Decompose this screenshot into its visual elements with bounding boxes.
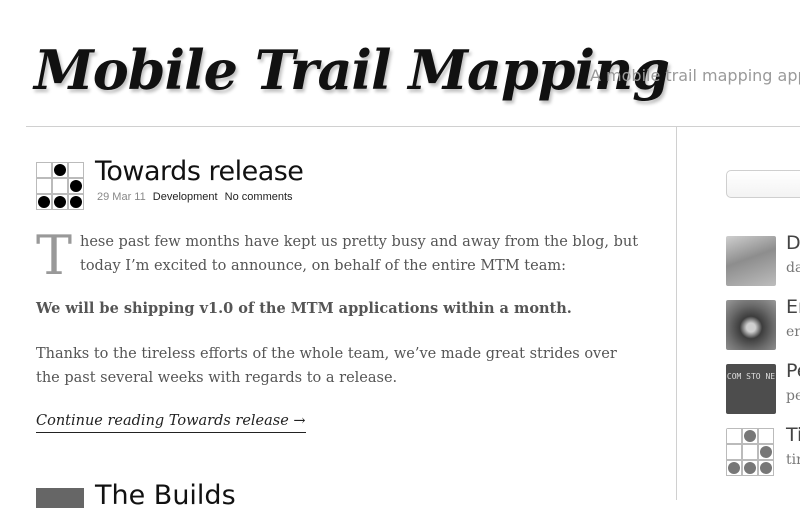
author-name[interactable]: Pe — [786, 360, 800, 382]
author-avatar-icon — [726, 428, 776, 478]
author-handle: er — [786, 324, 800, 340]
site-tagline: A mobile trail mapping applica — [590, 66, 800, 85]
author-name[interactable]: Er — [786, 296, 800, 318]
site-title[interactable]: Mobile Trail Mapping — [34, 20, 670, 120]
sidebar-author-4[interactable]: Ti tir — [726, 424, 800, 478]
post-comments-link[interactable]: No comments — [225, 191, 293, 203]
post-category-link[interactable]: Development — [153, 191, 218, 203]
post-title-link[interactable]: Towards release — [95, 154, 304, 190]
sidebar-author-3[interactable]: COM STO NE Pe pe — [726, 360, 800, 414]
author-name[interactable]: Ti — [786, 424, 800, 446]
author-handle: pe — [786, 388, 800, 404]
author-handle: tir — [786, 452, 800, 468]
column-divider — [676, 127, 677, 500]
post-date: 29 Mar 11 — [97, 191, 146, 203]
post-meta: 29 Mar 11 Development No comments — [97, 191, 293, 203]
author-avatar — [726, 236, 776, 286]
post2-avatar-icon — [36, 488, 84, 508]
post-paragraph-3: Thanks to the tireless efforts of the wh… — [36, 346, 617, 386]
author-avatar — [726, 300, 776, 350]
sidebar-author-1[interactable]: Da da — [726, 232, 800, 286]
post-author-avatar-icon — [36, 162, 84, 210]
drop-cap: T — [36, 224, 73, 287]
continue-reading-link[interactable]: Continue reading Towards release → — [36, 410, 306, 433]
sidebar-author-2[interactable]: Er er — [726, 296, 800, 350]
post2-title-link[interactable]: The Builds — [95, 478, 236, 514]
post-paragraph-1-line-2: today I’m excited to announce, on behalf… — [80, 258, 566, 274]
header-divider — [26, 126, 800, 127]
search-input[interactable] — [726, 170, 800, 198]
author-name[interactable]: Da — [786, 232, 800, 254]
post-announcement: We will be shipping v1.0 of the MTM appl… — [36, 300, 572, 317]
author-handle: da — [786, 260, 800, 276]
author-avatar: COM STO NE — [726, 364, 776, 414]
post-paragraph-1-line-1: hese past few months have kept us pretty… — [80, 234, 639, 250]
